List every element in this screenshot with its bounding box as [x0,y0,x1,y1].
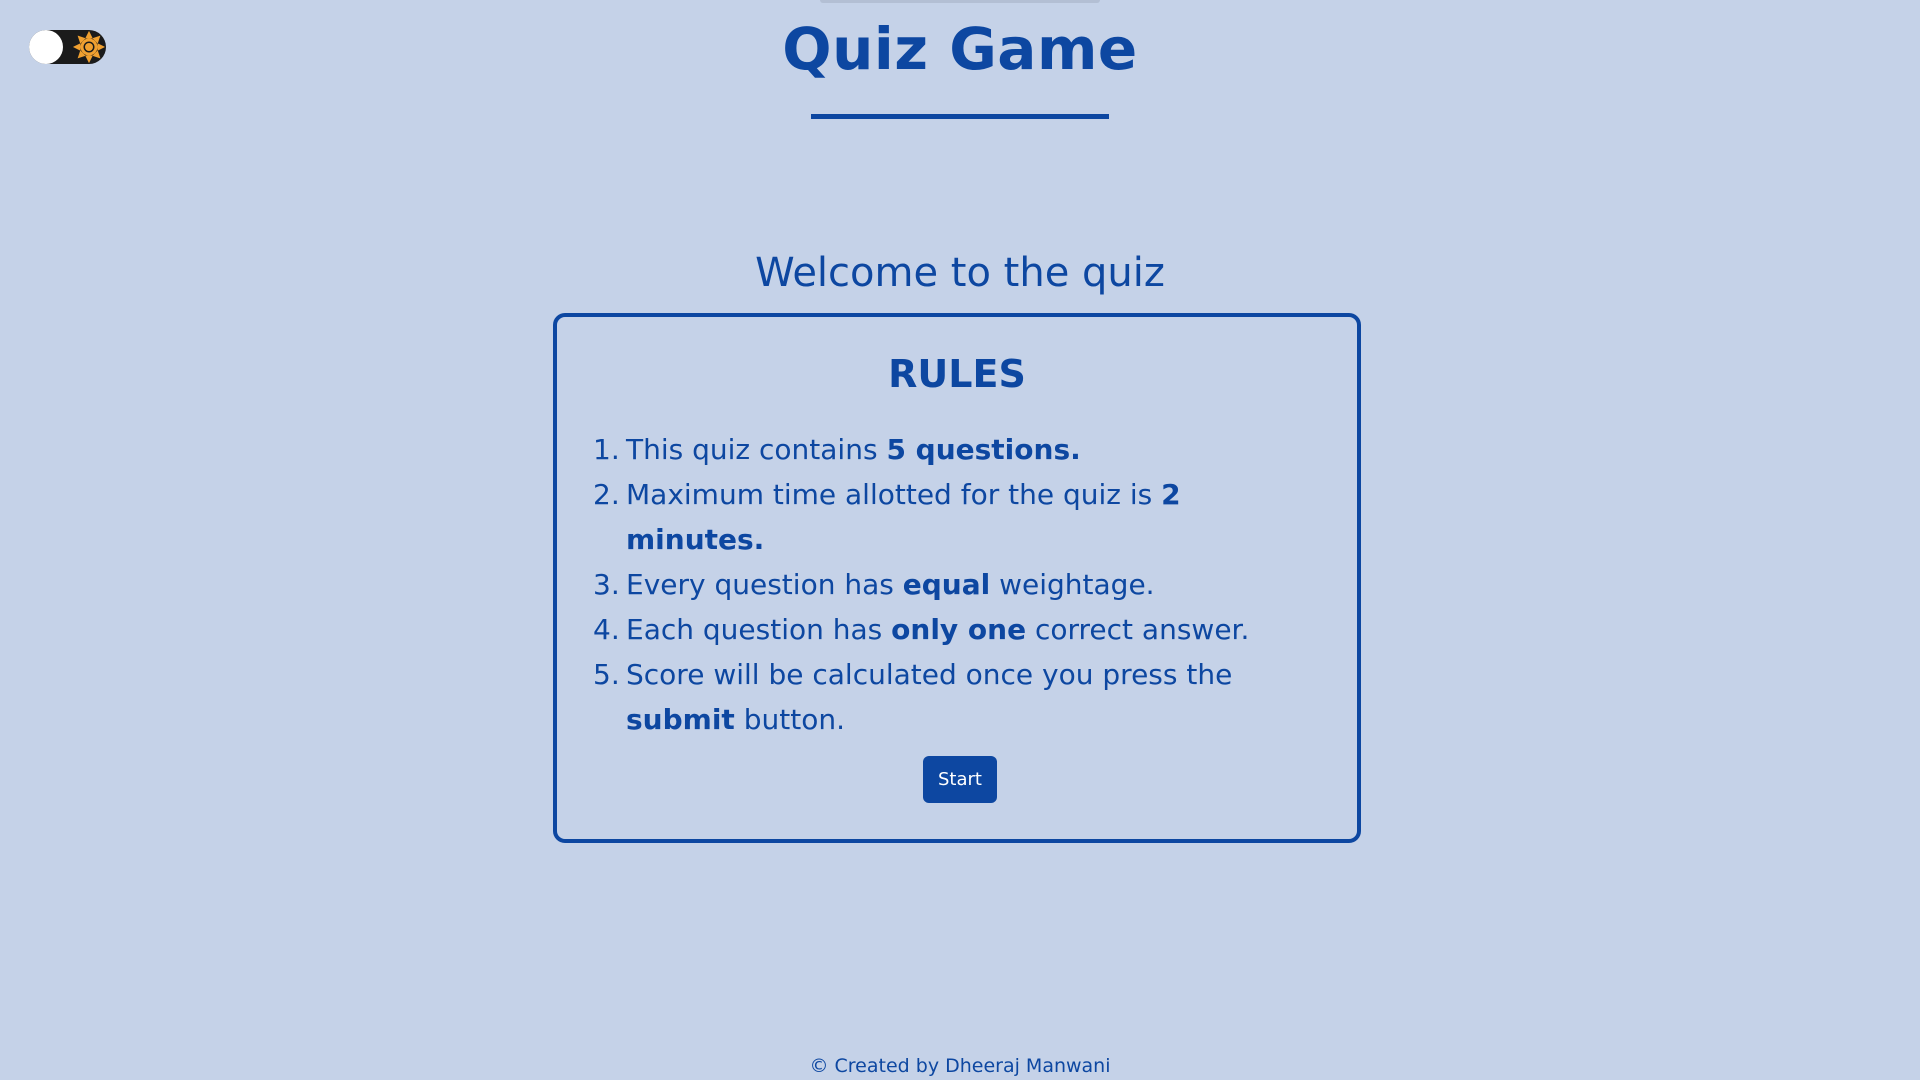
rules-title: RULES [888,352,1026,396]
rule-text: This quiz contains [626,433,887,466]
rule-number: 1. [593,433,620,466]
title-underline [811,114,1109,119]
rule-emphasis: 5 questions. [886,433,1081,466]
rule-item: 2. Maximum time allotted for the quiz is … [593,472,1313,562]
rules-card: RULES 1. This quiz contains 5 questions. … [553,313,1361,843]
header: Quiz Game [0,0,1920,85]
page-title: Quiz Game [782,15,1138,83]
rule-item: 1. This quiz contains 5 questions. [593,427,1313,472]
rule-text: Maximum time allotted for the quiz is [626,478,1162,511]
rule-number: 4. [593,613,620,646]
top-shadow [820,0,1100,3]
rule-emphasis: equal [902,568,991,601]
footer-credit: © Created by Dheeraj Manwani [809,1055,1111,1077]
rule-text-after: button. [734,703,845,736]
rules-list: 1. This quiz contains 5 questions. 2. Maxi… [593,427,1313,742]
rule-item: 3. Every question has equal weightage. [593,562,1313,607]
quiz-page: Quiz Game Welcome to the quiz RULES 1. Th… [0,0,1920,1080]
rule-emphasis: only one [891,613,1027,646]
rule-text: Every question has [626,568,903,601]
welcome-heading: Welcome to the quiz [755,250,1165,296]
rule-item: 5. Score will be calculated once you pres… [593,652,1313,742]
rule-item: 4. Each question has only one correct ans… [593,607,1313,652]
start-button[interactable]: Start [923,756,997,803]
rule-text: Score will be calculated once you press … [626,658,1233,691]
rule-text-after: weightage. [990,568,1155,601]
rule-text: Each question has [626,613,892,646]
rule-number: 3. [593,568,620,601]
rule-emphasis: submit [626,703,735,736]
rule-number: 5. [593,658,620,691]
rule-number: 2. [593,478,620,511]
rule-text-after: correct answer. [1026,613,1250,646]
